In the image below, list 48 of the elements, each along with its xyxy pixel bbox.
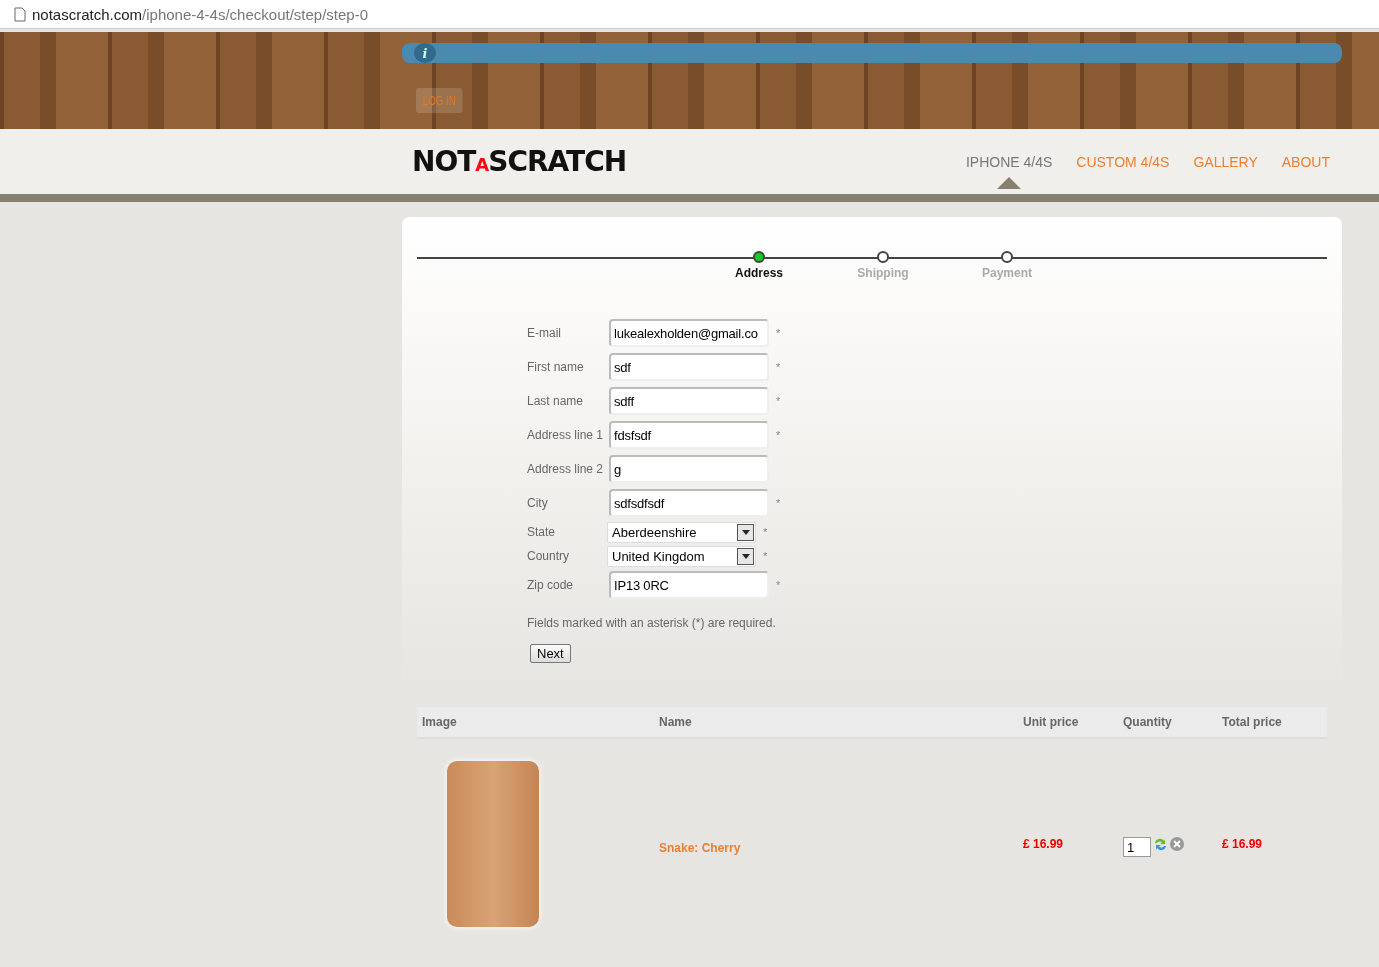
input-field[interactable]: fdsfsdf — [609, 421, 769, 449]
field-label: Address line 2 — [527, 462, 605, 476]
url-path: /iphone-4-4s/checkout/step/step-0 — [142, 5, 368, 23]
caret-icon — [737, 547, 754, 565]
quantity-field[interactable]: 1 — [1123, 837, 1151, 857]
column-header: Unit price — [1023, 715, 1080, 729]
info-icon: i — [414, 43, 436, 63]
column-header: Image — [421, 715, 458, 729]
required-mark: * — [763, 526, 768, 538]
required-mark: * — [776, 429, 781, 441]
address-bar[interactable]: notascratch.com/iphone-4-4s/checkout/step/step-0 — [0, 0, 1379, 29]
input-field[interactable]: IP13 0RC — [609, 571, 769, 599]
field-label: Zip code — [527, 578, 575, 592]
url-domain: notascratch.com — [32, 5, 143, 23]
column-header: Quantity — [1123, 715, 1173, 729]
input-field[interactable]: sdfsdfsdf — [609, 489, 769, 517]
required-mark: * — [776, 327, 781, 339]
unit-price: £ 16.99 — [1023, 837, 1065, 851]
dropdown[interactable]: Aberdeenshire — [607, 521, 756, 543]
next-button[interactable]: Next — [530, 644, 571, 663]
required-mark: * — [776, 361, 781, 373]
required-mark: * — [776, 497, 781, 509]
field-label: State — [527, 525, 557, 539]
field-label: E-mail — [527, 326, 562, 340]
refresh-icon[interactable] — [1153, 837, 1168, 852]
input-field[interactable]: lukealexholden@gmail.co — [609, 319, 769, 347]
field-label: Last name — [527, 394, 585, 408]
input-field[interactable]: g — [609, 455, 769, 483]
total-price: £ 16.99 — [1222, 837, 1264, 851]
input-field[interactable]: sdff — [609, 387, 769, 415]
logo[interactable]: NOTASCRATCH — [412, 145, 627, 178]
field-label: First name — [527, 360, 585, 374]
required-mark: * — [763, 550, 768, 562]
required-mark: * — [776, 395, 781, 407]
field-label: Country — [527, 549, 571, 563]
column-header: Name — [659, 715, 693, 729]
required-note: Fields marked with an asterisk (*) are required. — [527, 616, 777, 630]
field-label: Address line 1 — [527, 428, 605, 442]
dropdown[interactable]: United Kingdom — [607, 545, 756, 567]
input-field[interactable]: sdf — [609, 353, 769, 381]
required-mark: * — [776, 579, 781, 591]
caret-icon — [737, 523, 754, 541]
column-header: Total price — [1222, 715, 1283, 729]
nav-link[interactable]: IPHONE 4/4S — [965, 153, 1053, 170]
remove-icon[interactable] — [1170, 837, 1184, 851]
field-label: City — [527, 496, 549, 510]
step-label[interactable]: Address — [735, 266, 783, 280]
page-icon — [14, 6, 26, 22]
